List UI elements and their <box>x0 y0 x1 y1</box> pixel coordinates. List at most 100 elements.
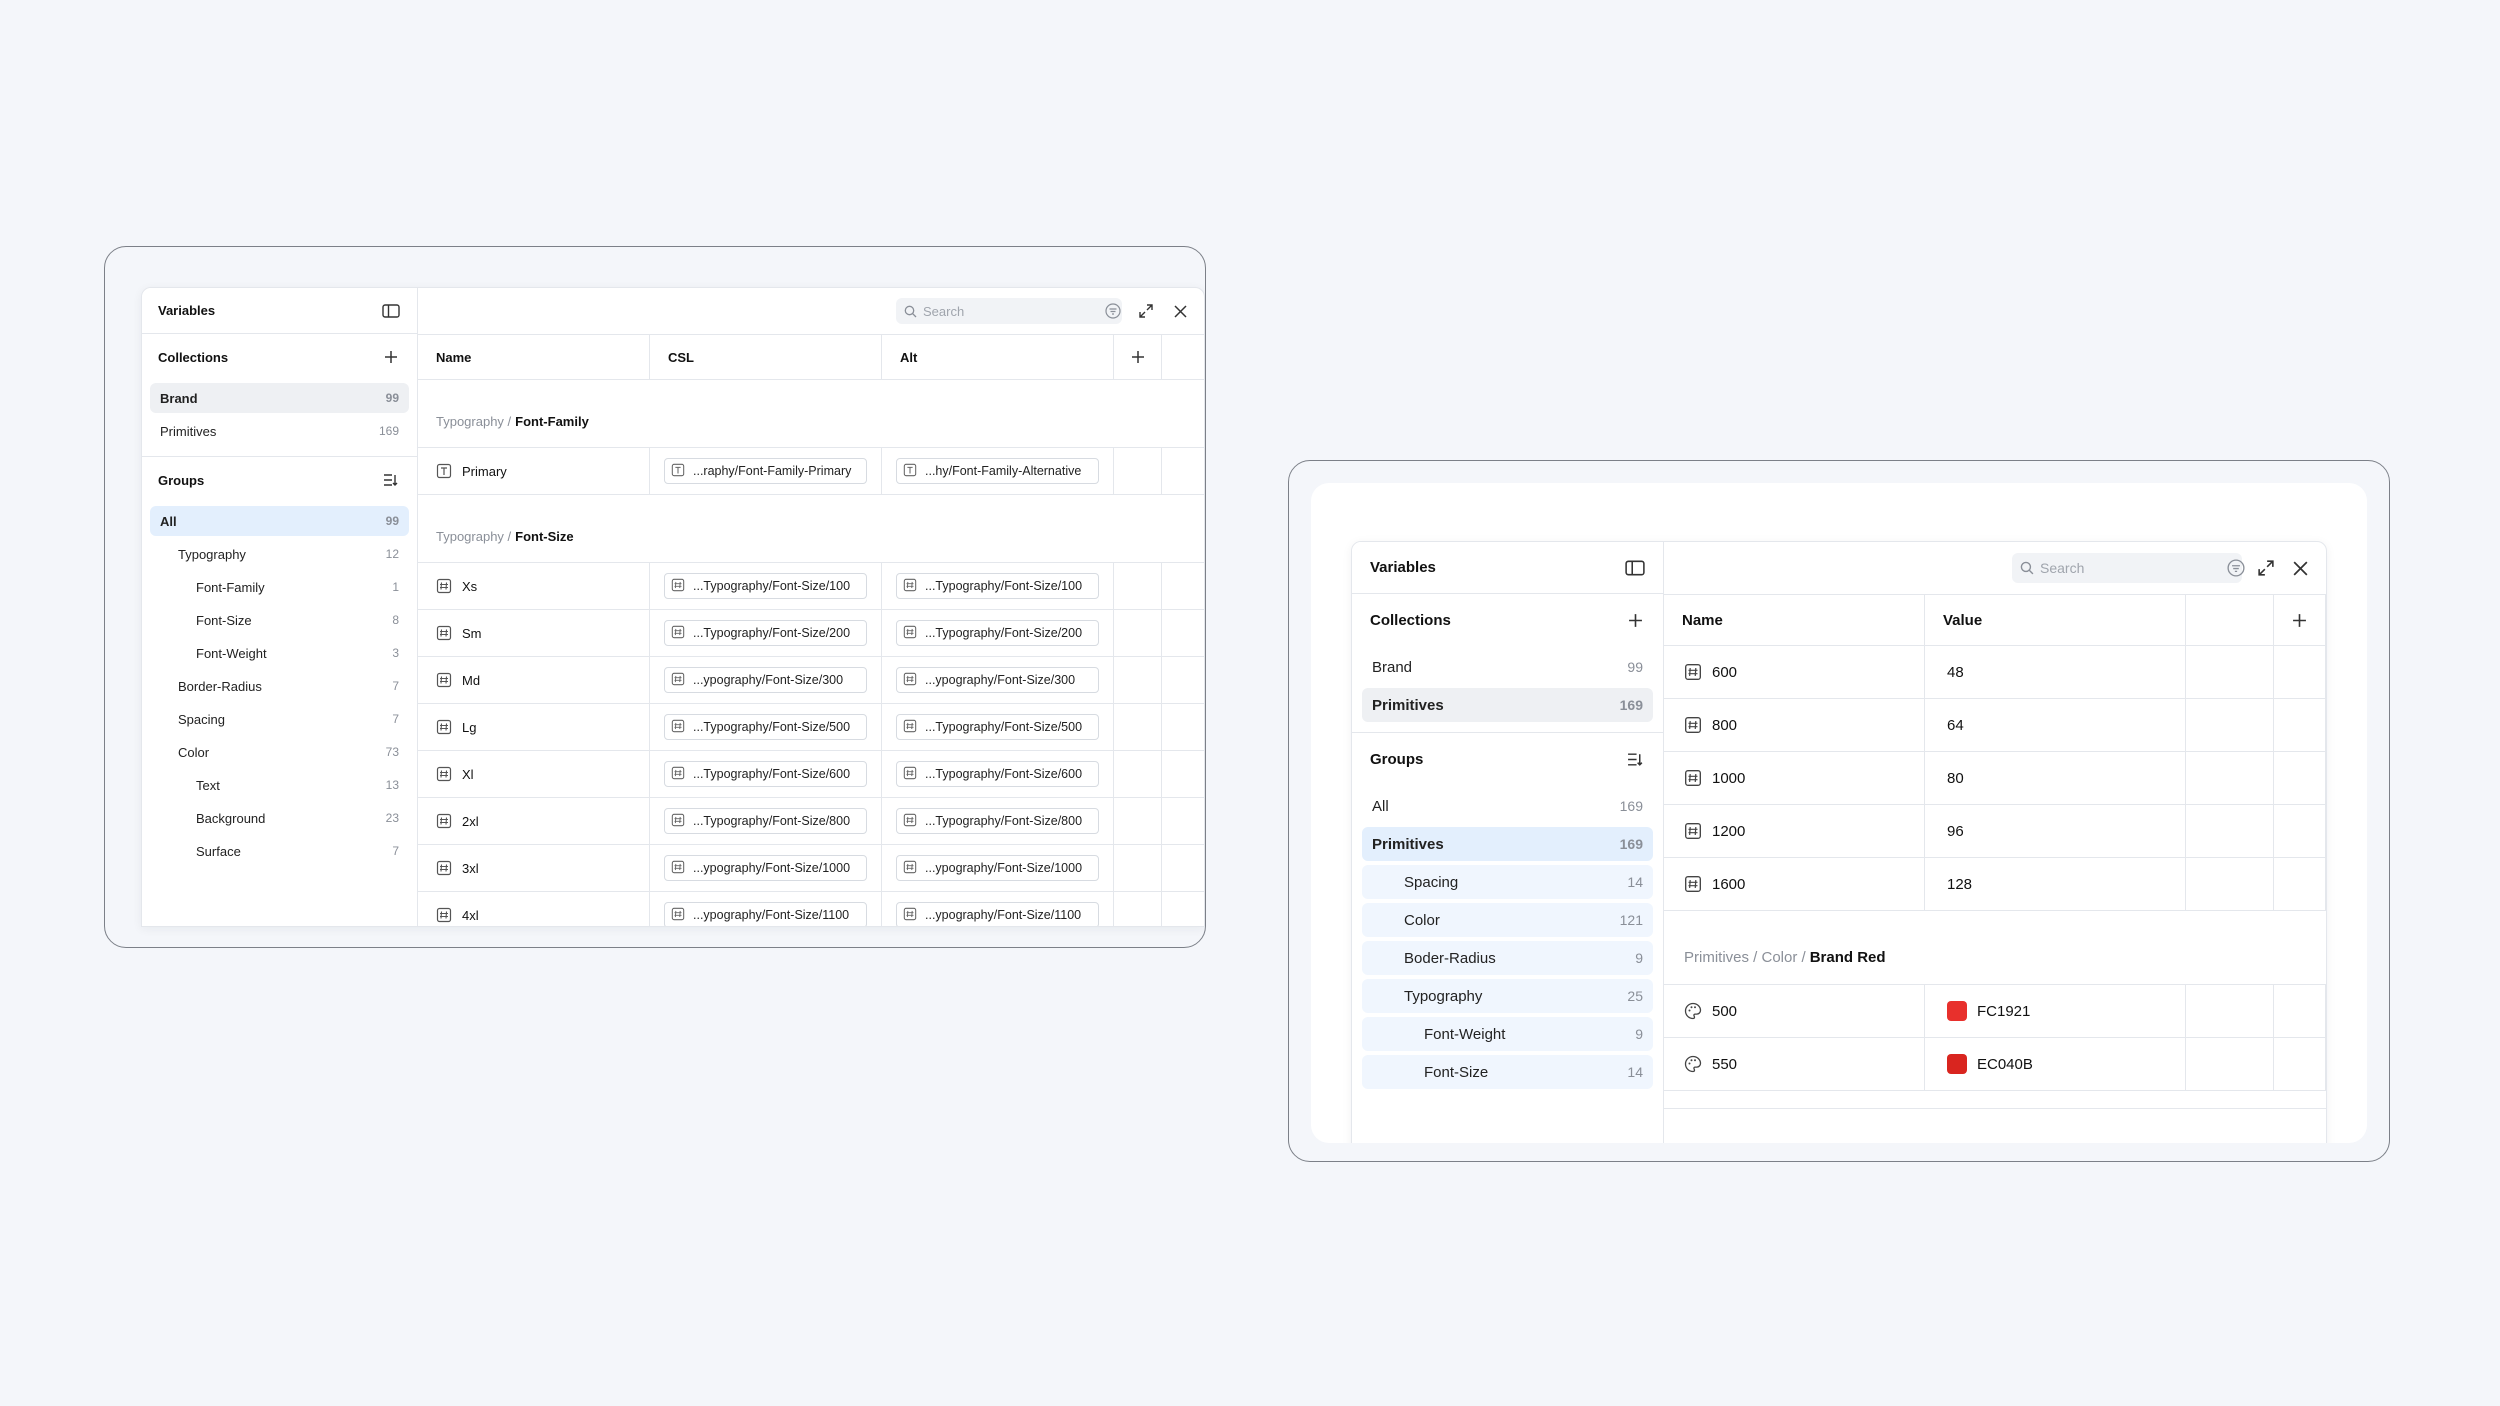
collection-item-primitives[interactable]: Primitives 169 <box>150 416 409 446</box>
collection-item-brand[interactable]: Brand 99 <box>1362 650 1653 684</box>
group-item-font-size[interactable]: Font-Size 14 <box>1362 1055 1653 1089</box>
name-cell[interactable]: 1000 <box>1664 752 1925 804</box>
name-cell[interactable]: 600 <box>1664 646 1925 698</box>
value-cell[interactable]: EC040B <box>1925 1038 2186 1090</box>
group-item-spacing[interactable]: Spacing 14 <box>1362 865 1653 899</box>
group-item-background[interactable]: Background 23 <box>150 803 409 833</box>
table-row[interactable]: Primary ...raphy/Font-Family-Primary ...… <box>418 448 1204 495</box>
value-cell[interactable]: FC1921 <box>1925 985 2186 1037</box>
value-cell[interactable]: 128 <box>1925 858 2186 910</box>
csl-cell[interactable]: ...ypography/Font-Size/300 <box>650 657 882 703</box>
group-item-surface[interactable]: Surface 7 <box>150 836 409 866</box>
table-row[interactable]: Lg ...Typography/Font-Size/500 ...Typograp… <box>418 704 1204 751</box>
alt-cell[interactable]: ...Typography/Font-Size/800 <box>882 798 1114 844</box>
group-sort-icon[interactable] <box>381 470 401 490</box>
table-row[interactable]: 500 FC1921 <box>1664 985 2326 1038</box>
table-row[interactable]: 1000 80 <box>1664 752 2326 805</box>
alias-chip[interactable]: ...Typography/Font-Size/200 <box>664 620 867 646</box>
column-header-csl[interactable]: CSL <box>650 335 882 379</box>
alias-chip[interactable]: ...ypography/Font-Size/1100 <box>664 902 867 926</box>
alias-chip[interactable]: ...Typography/Font-Size/600 <box>664 761 867 787</box>
add-mode-button[interactable] <box>1114 335 1162 379</box>
name-cell[interactable]: 2xl <box>418 798 650 844</box>
group-item-color[interactable]: Color 121 <box>1362 903 1653 937</box>
table-row[interactable]: 3xl ...ypography/Font-Size/1000 ...ypograp… <box>418 845 1204 892</box>
alt-cell[interactable]: ...Typography/Font-Size/100 <box>882 563 1114 609</box>
table-row[interactable]: 600 48 <box>1664 646 2326 699</box>
csl-cell[interactable]: ...Typography/Font-Size/600 <box>650 751 882 797</box>
name-cell[interactable]: 550 <box>1664 1038 1925 1090</box>
alt-cell[interactable]: ...Typography/Font-Size/200 <box>882 610 1114 656</box>
name-cell[interactable]: 1600 <box>1664 858 1925 910</box>
group-item-color[interactable]: Color 73 <box>150 737 409 767</box>
filter-icon[interactable] <box>1105 303 1121 319</box>
alias-chip[interactable]: ...ypography/Font-Size/300 <box>896 667 1099 693</box>
alias-chip[interactable]: ...Typography/Font-Size/500 <box>896 714 1099 740</box>
value-cell[interactable]: 64 <box>1925 699 2186 751</box>
alias-chip[interactable]: ...Typography/Font-Size/800 <box>896 808 1099 834</box>
name-cell[interactable]: Md <box>418 657 650 703</box>
alias-chip[interactable]: ...hy/Font-Family-Alternative <box>896 458 1099 484</box>
name-cell[interactable]: Lg <box>418 704 650 750</box>
expand-icon[interactable] <box>2256 558 2276 578</box>
search-input[interactable] <box>923 303 1099 319</box>
alt-cell[interactable]: ...Typography/Font-Size/600 <box>882 751 1114 797</box>
csl-cell[interactable]: ...Typography/Font-Size/500 <box>650 704 882 750</box>
alias-chip[interactable]: ...ypography/Font-Size/1000 <box>896 855 1099 881</box>
table-row[interactable]: Sm ...Typography/Font-Size/200 ...Typograp… <box>418 610 1204 657</box>
search-input[interactable] <box>2040 560 2221 576</box>
search-box[interactable] <box>2012 553 2245 583</box>
value-cell[interactable]: 96 <box>1925 805 2186 857</box>
name-cell[interactable]: Xs <box>418 563 650 609</box>
csl-cell[interactable]: ...Typography/Font-Size/800 <box>650 798 882 844</box>
table-row[interactable]: Xl ...Typography/Font-Size/600 ...Typograp… <box>418 751 1204 798</box>
table-row[interactable]: 4xl ...ypography/Font-Size/1100 ...ypograp… <box>418 892 1204 926</box>
table-row[interactable]: 2xl ...Typography/Font-Size/800 ...Typogra… <box>418 798 1204 845</box>
table-row[interactable]: 550 EC040B <box>1664 1038 2326 1091</box>
group-item-font-weight[interactable]: Font-Weight 3 <box>150 638 409 668</box>
column-header-value[interactable]: Value <box>1925 595 2186 645</box>
csl-cell[interactable]: ...ypography/Font-Size/1000 <box>650 845 882 891</box>
alias-chip[interactable]: ...Typography/Font-Size/800 <box>664 808 867 834</box>
alt-cell[interactable]: ...Typography/Font-Size/500 <box>882 704 1114 750</box>
group-item-font-size[interactable]: Font-Size 8 <box>150 605 409 635</box>
name-cell[interactable]: 500 <box>1664 985 1925 1037</box>
group-item-border-radius[interactable]: Border-Radius 7 <box>150 671 409 701</box>
csl-cell[interactable]: ...Typography/Font-Size/200 <box>650 610 882 656</box>
column-header-alt[interactable]: Alt <box>882 335 1114 379</box>
table-row[interactable]: 800 64 <box>1664 699 2326 752</box>
alias-chip[interactable]: ...Typography/Font-Size/100 <box>664 573 867 599</box>
name-cell[interactable]: Xl <box>418 751 650 797</box>
group-item-all[interactable]: All 99 <box>150 506 409 536</box>
collection-item-brand[interactable]: Brand 99 <box>150 383 409 413</box>
group-item-typography[interactable]: Typography 25 <box>1362 979 1653 1013</box>
group-item-text[interactable]: Text 13 <box>150 770 409 800</box>
search-box[interactable] <box>896 298 1122 324</box>
group-item-primitives[interactable]: Primitives 169 <box>1362 827 1653 861</box>
collection-item-primitives[interactable]: Primitives 169 <box>1362 688 1653 722</box>
color-swatch[interactable] <box>1947 1001 1967 1021</box>
add-mode-button[interactable] <box>2274 595 2326 645</box>
name-cell[interactable]: 800 <box>1664 699 1925 751</box>
name-cell[interactable]: 1200 <box>1664 805 1925 857</box>
alt-cell[interactable]: ...hy/Font-Family-Alternative <box>882 448 1114 494</box>
group-item-all[interactable]: All 169 <box>1362 789 1653 823</box>
column-header-name[interactable]: Name <box>418 335 650 379</box>
alias-chip[interactable]: ...raphy/Font-Family-Primary <box>664 458 867 484</box>
name-cell[interactable]: Primary <box>418 448 650 494</box>
add-collection-icon[interactable] <box>381 347 401 367</box>
name-cell[interactable]: 4xl <box>418 892 650 926</box>
table-row[interactable]: 1200 96 <box>1664 805 2326 858</box>
alias-chip[interactable]: ...Typography/Font-Size/100 <box>896 573 1099 599</box>
name-cell[interactable]: 3xl <box>418 845 650 891</box>
expand-icon[interactable] <box>1136 301 1156 321</box>
table-row[interactable]: 1600 128 <box>1664 858 2326 911</box>
group-item-typography[interactable]: Typography 12 <box>150 539 409 569</box>
alias-chip[interactable]: ...Typography/Font-Size/500 <box>664 714 867 740</box>
csl-cell[interactable]: ...Typography/Font-Size/100 <box>650 563 882 609</box>
name-cell[interactable]: Sm <box>418 610 650 656</box>
group-item-spacing[interactable]: Spacing 7 <box>150 704 409 734</box>
color-swatch[interactable] <box>1947 1054 1967 1074</box>
alt-cell[interactable]: ...ypography/Font-Size/1100 <box>882 892 1114 926</box>
alias-chip[interactable]: ...ypography/Font-Size/1100 <box>896 902 1099 926</box>
